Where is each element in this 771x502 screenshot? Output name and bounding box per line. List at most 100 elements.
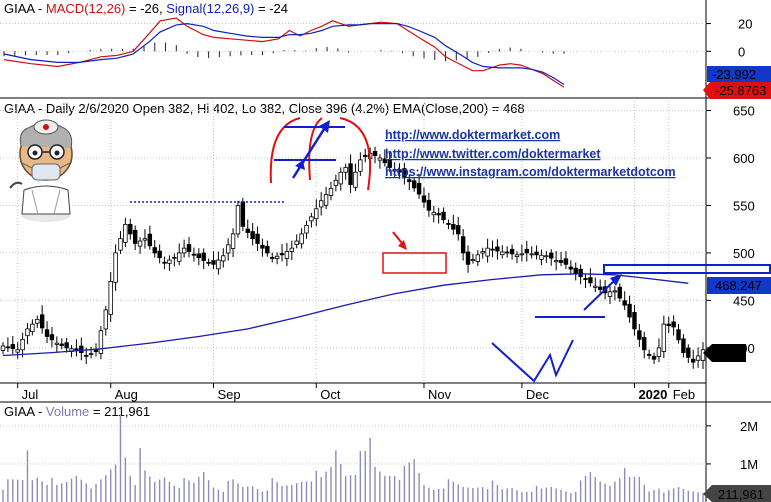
candle-body: [274, 255, 280, 259]
macd-tick-label: 20: [738, 17, 752, 32]
candle-body: [632, 312, 637, 330]
price-tick-label: 450: [733, 293, 755, 308]
candle-body: [15, 349, 20, 353]
candle-body: [568, 266, 574, 270]
candle-body: [265, 245, 270, 254]
candle-body: [578, 268, 583, 278]
candle-body: [30, 323, 35, 333]
candle-body: [524, 248, 529, 254]
price-tick-label: 500: [733, 246, 755, 261]
x-tick-label: Nov: [428, 387, 452, 402]
candle-body: [98, 330, 104, 354]
red-box: [382, 252, 447, 274]
candle-body: [671, 321, 676, 328]
macd-tick-label: 0: [738, 44, 745, 59]
candle-body: [216, 259, 221, 270]
candle-body: [132, 229, 138, 244]
candle-body: [627, 303, 632, 318]
volume-title-label: Volume: [46, 404, 89, 419]
candle-body: [333, 179, 339, 187]
candle-body: [470, 259, 476, 261]
candle-body: [118, 238, 123, 251]
candle-body: [695, 355, 701, 361]
doktermarket-mascot-logo: [9, 119, 73, 222]
candle-body: [10, 344, 15, 349]
candle-body: [607, 291, 613, 297]
candle-body: [485, 247, 490, 257]
candle-body: [588, 277, 593, 284]
candle-body: [656, 347, 662, 357]
x-tick-label: Feb: [673, 387, 695, 402]
candle-body: [353, 171, 358, 188]
candle-body: [318, 200, 324, 208]
candle-body: [407, 179, 412, 183]
candle-body: [79, 345, 84, 354]
candle-body: [642, 337, 647, 351]
candle-body: [250, 231, 255, 240]
candle-body: [152, 247, 157, 254]
candle-body: [686, 347, 691, 358]
link-instagram[interactable]: https://www.instagram.com/doktermarketdo…: [385, 165, 676, 179]
candle-body: [343, 167, 348, 173]
candle-body: [279, 253, 285, 256]
candle-body: [593, 285, 598, 288]
candle-body: [681, 338, 686, 354]
macd-title-macd-eq: = -26,: [125, 1, 166, 16]
candle-body: [475, 254, 481, 262]
volume-title-ticker: GIAA -: [4, 404, 46, 419]
candle-body: [103, 309, 108, 330]
candle-body: [255, 233, 260, 244]
price-tick-label: 650: [733, 103, 755, 118]
volume-tick-label: 2M: [740, 419, 758, 434]
candle-body: [142, 238, 148, 241]
macd-series-line: [3, 17, 565, 88]
candle-body: [25, 328, 30, 337]
candle-body: [196, 253, 202, 259]
candle-body: [201, 252, 206, 261]
candle-body: [519, 253, 525, 256]
candle-body: [20, 338, 25, 351]
candle-body: [35, 318, 40, 324]
candle-body: [328, 187, 334, 196]
candle-body: [573, 267, 578, 275]
candle-body: [563, 258, 569, 265]
candle-body: [5, 346, 11, 349]
candle-body: [88, 353, 94, 355]
candle-body: [504, 251, 510, 254]
candle-body: [612, 290, 618, 293]
candle-body: [558, 260, 564, 263]
macd-series-line: [3, 22, 565, 86]
candle-body: [260, 244, 265, 249]
candle-body: [39, 314, 45, 329]
candle-body: [338, 171, 343, 185]
candle-body: [167, 259, 172, 264]
macd-title-ticker: GIAA -: [4, 1, 46, 16]
x-tick-label: Dec: [526, 387, 550, 402]
x-tick-label: 2020: [638, 387, 667, 402]
candle-body: [411, 180, 417, 189]
candle-body: [549, 252, 554, 259]
stock-chart: GIAA - MACD(12,26) = -26, Signal(12,26,9…: [0, 0, 771, 502]
candle-body: [441, 211, 446, 221]
candle-body: [206, 261, 211, 264]
website-links: http://www.doktermarket.com http://www.t…: [385, 128, 676, 179]
link-twitter[interactable]: http://www.twitter.com/doktermarket: [385, 147, 601, 161]
macd-value: -25.8763: [715, 83, 766, 98]
candle-body: [284, 251, 290, 259]
candle-body: [583, 278, 588, 280]
candle-body: [289, 247, 295, 252]
candle-body: [637, 330, 642, 340]
price-tick-label: 550: [733, 198, 755, 213]
candle-body: [348, 163, 353, 185]
candle-body: [54, 342, 60, 345]
price-title: GIAA - Daily 2/6/2020 Open 382, Hi 402, …: [4, 101, 525, 116]
candle-body: [245, 228, 250, 233]
candle-body: [230, 233, 236, 249]
link-website[interactable]: http://www.doktermarket.com: [385, 128, 560, 142]
candle-body: [181, 247, 187, 254]
candle-body: [416, 182, 422, 195]
candle-body: [534, 251, 539, 256]
blue-w-pattern: [491, 339, 574, 383]
candle-body: [123, 224, 128, 243]
candle-body: [622, 300, 627, 306]
